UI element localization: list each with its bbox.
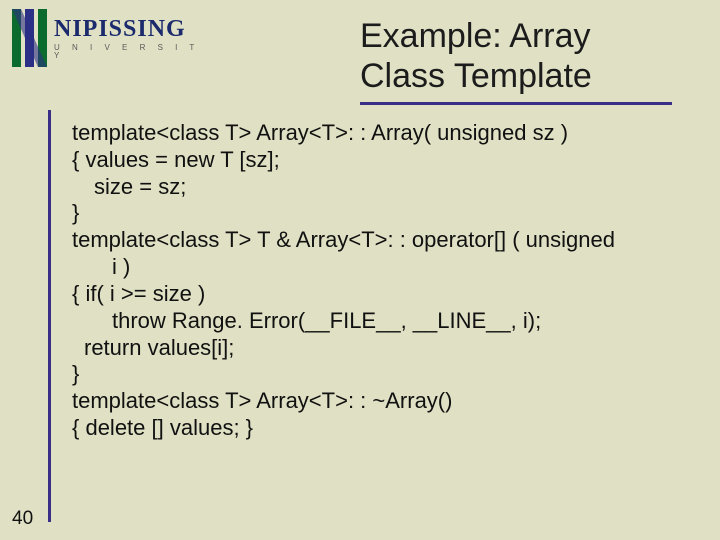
- page-number: 40: [12, 508, 33, 530]
- code-line: { values = new T [sz];: [72, 147, 280, 172]
- code-line: { delete [] values; }: [72, 415, 253, 440]
- code-line: }: [72, 200, 79, 225]
- side-rule: [48, 110, 51, 522]
- code-line: template<class T> T & Array<T>: : operat…: [72, 227, 615, 252]
- code-line: template<class T> Array<T>: : ~Array(): [72, 388, 452, 413]
- code-line: size = sz;: [72, 174, 692, 201]
- logo-subtitle: U N I V E R S I T Y: [54, 44, 212, 60]
- slide-title: Example: Array Class Template: [360, 16, 700, 96]
- code-line: }: [72, 361, 79, 386]
- title-line-1: Example: Array: [360, 17, 591, 55]
- logo-mark-icon: [12, 9, 48, 67]
- code-line: template<class T> Array<T>: : Array( uns…: [72, 120, 568, 145]
- title-line-2: Class Template: [360, 57, 592, 95]
- university-logo: NIPISSING U N I V E R S I T Y: [12, 6, 212, 70]
- code-line: throw Range. Error(__FILE__, __LINE__, i…: [72, 308, 692, 335]
- slide-body: template<class T> Array<T>: : Array( uns…: [72, 120, 692, 442]
- code-line: return values[i];: [72, 335, 692, 362]
- logo-name: NIPISSING: [54, 17, 212, 41]
- code-line: i ): [72, 254, 692, 281]
- title-underline: [360, 102, 672, 105]
- logo-text: NIPISSING U N I V E R S I T Y: [54, 17, 212, 60]
- code-line: { if( i >= size ): [72, 281, 205, 306]
